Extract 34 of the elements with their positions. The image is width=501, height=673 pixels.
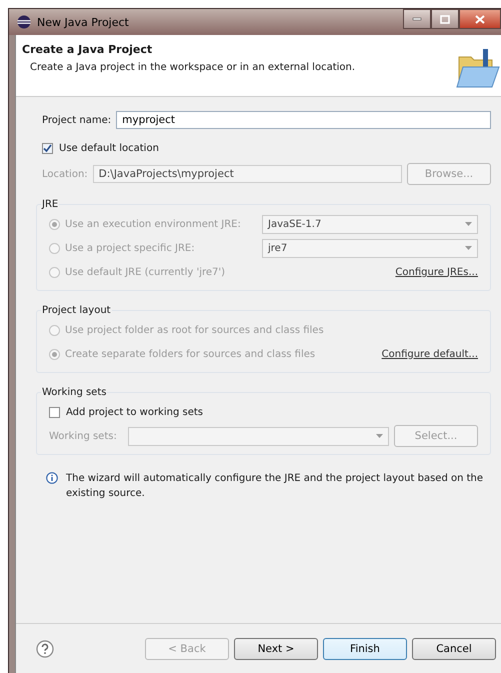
checkbox-label: Use default location <box>59 143 159 154</box>
dialog-button[interactable]: Next > <box>234 638 318 660</box>
dialog-button[interactable]: Finish <box>323 638 407 660</box>
field-label: Location: <box>42 168 88 180</box>
close-icon <box>475 14 485 24</box>
page-description: Create a Java project in the workspace or in an external location. <box>29 62 356 73</box>
maximize-button[interactable] <box>431 9 459 29</box>
minimize-icon <box>412 17 422 21</box>
checkbox-label: Add project to working sets <box>66 406 203 418</box>
radio-label: Use project folder as root for sources and class files <box>65 324 324 336</box>
app-icon <box>17 15 31 29</box>
window-title: New Java Project <box>37 16 129 28</box>
caret-icon <box>376 434 383 438</box>
dialog-button[interactable]: Cancel <box>412 638 496 660</box>
info-icon <box>46 472 58 484</box>
field-label: Project name: <box>42 114 112 126</box>
minimize-button[interactable] <box>403 9 431 29</box>
radio-label: Create separate folders for sources and class files <box>65 348 316 360</box>
close-button[interactable] <box>459 9 501 29</box>
page-title: Create a Java Project <box>22 43 154 56</box>
caret-icon <box>465 222 472 226</box>
group-title: JRE <box>41 199 60 210</box>
group-title: Project layout <box>41 305 112 316</box>
info-message: The wizard will automatically configure the JRE and the project layout based on the existing source. <box>66 472 484 501</box>
radio-label: Use a project specific JRE: <box>65 242 196 254</box>
checkbox[interactable] <box>42 143 53 154</box>
radio-label: Use an execution environment JRE: <box>65 218 242 230</box>
caret-icon <box>465 246 472 250</box>
maximize-icon <box>440 14 450 24</box>
help-icon[interactable] <box>36 640 54 658</box>
group-title: Working sets <box>41 387 108 398</box>
field-label: Working sets: <box>49 430 117 442</box>
radio-label: Use default JRE (currently 'jre7') <box>65 266 226 278</box>
project-name-field[interactable]: myproject <box>116 111 491 129</box>
